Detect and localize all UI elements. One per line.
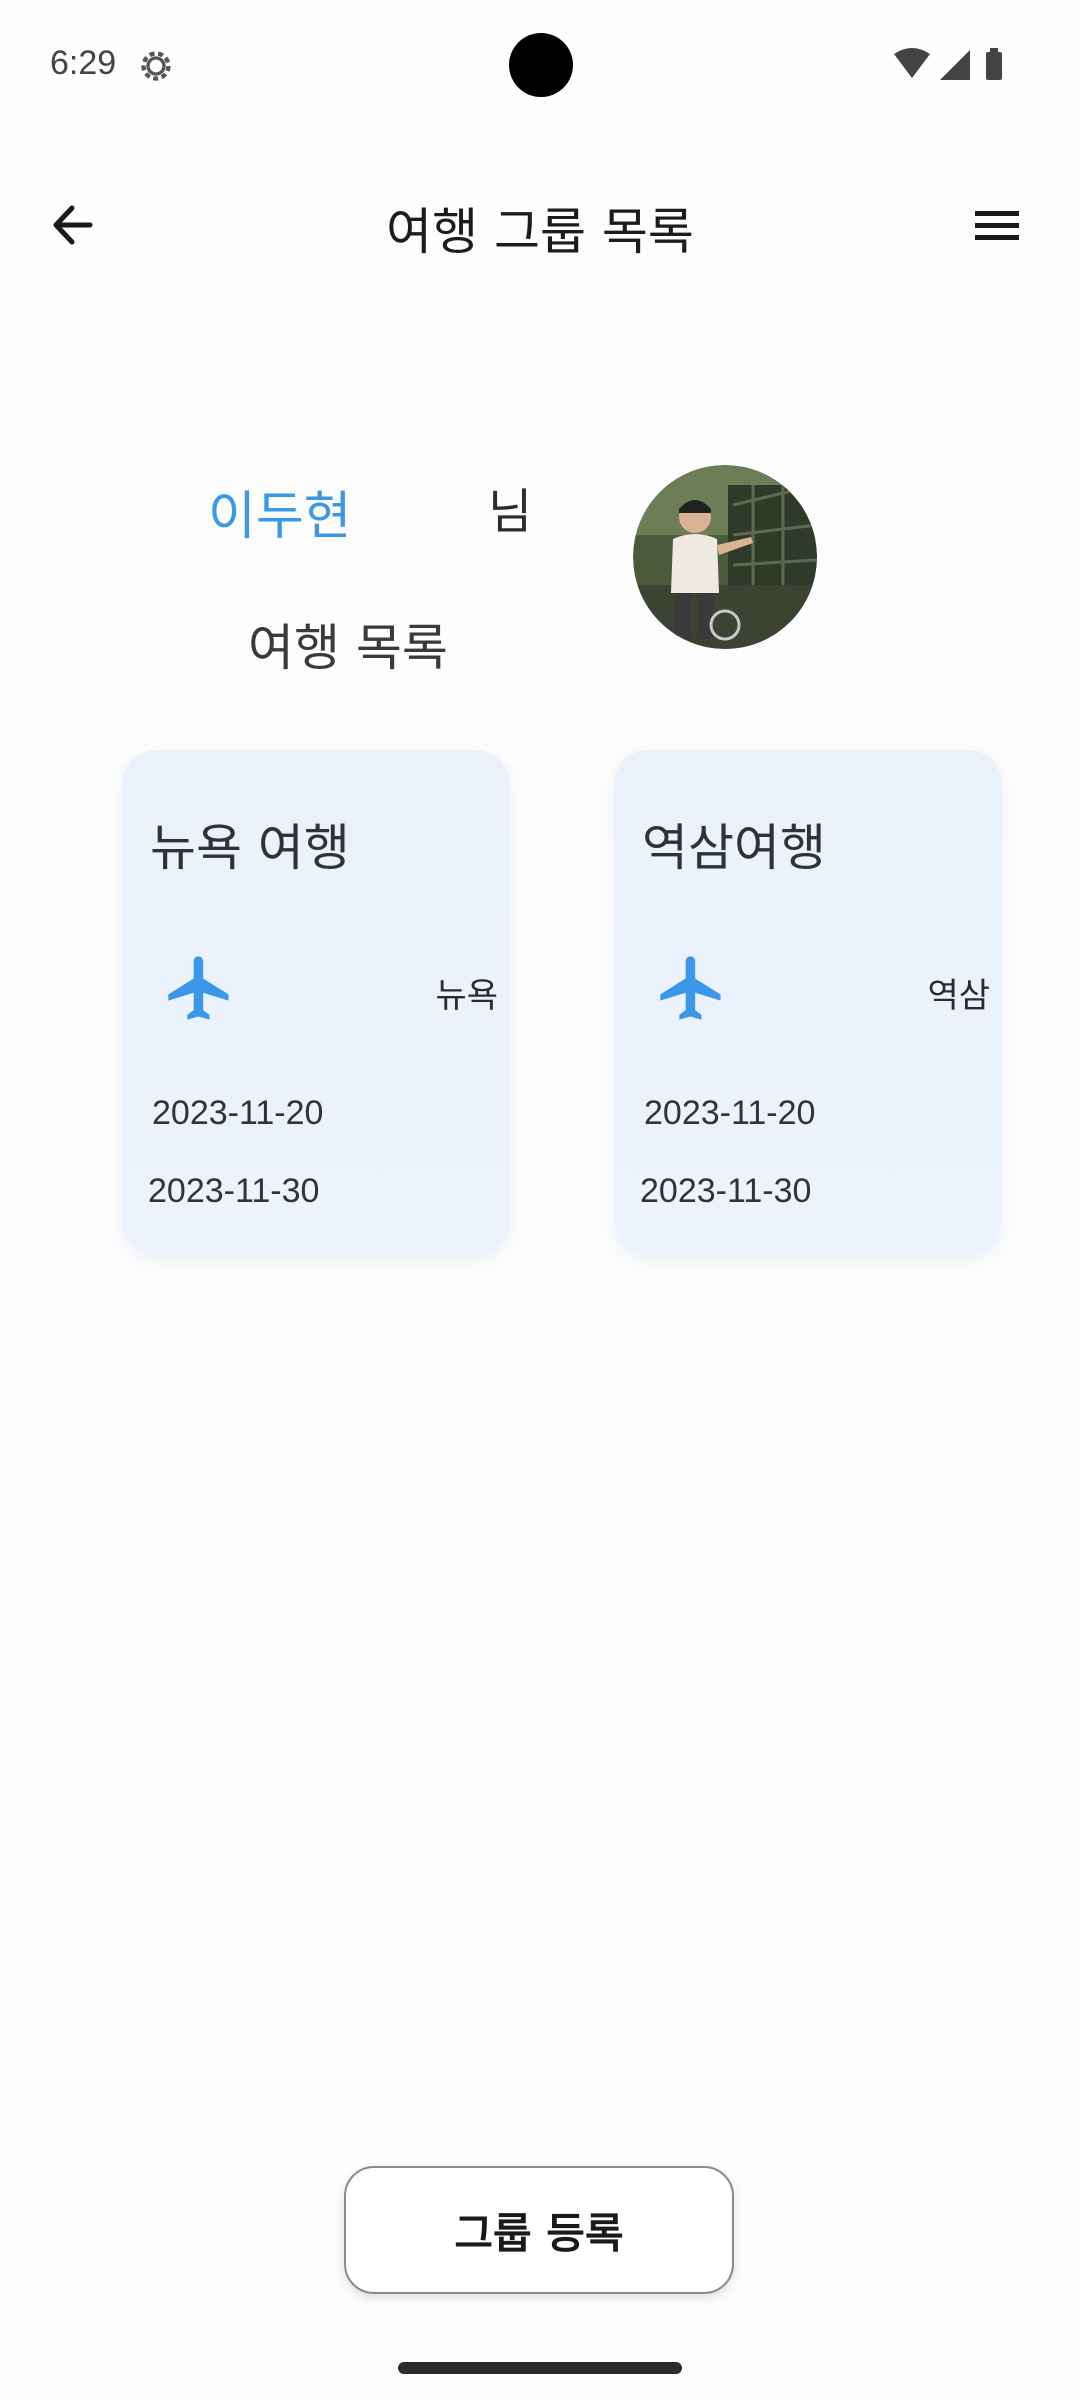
trip-title: 역삼여행 [642, 819, 826, 877]
settings-icon [141, 51, 171, 81]
register-group-button[interactable]: 그룹 등록 [344, 2166, 734, 2294]
status-icons [894, 48, 1002, 80]
battery-icon [986, 52, 1002, 80]
front-camera [509, 33, 573, 97]
trip-destination: 역삼 [927, 976, 990, 1016]
trip-card[interactable]: 역삼여행 역삼 2023-11-20 2023-11-30 [614, 750, 1002, 1256]
trip-list-heading: 여행 목록 [248, 619, 448, 677]
signal-icon [940, 50, 970, 80]
wifi-icon [894, 48, 930, 78]
airplane-icon [660, 956, 721, 1020]
user-honorific: 님 [488, 484, 533, 540]
menu-icon[interactable] [966, 196, 1026, 256]
trip-card[interactable]: 뉴욕 여행 뉴욕 2023-11-20 2023-11-30 [122, 750, 510, 1256]
trip-title: 뉴욕 여행 [150, 819, 350, 877]
avatar[interactable] [633, 465, 817, 649]
trip-end-date: 2023-11-30 [148, 1172, 320, 1210]
trip-end-date: 2023-11-30 [640, 1172, 812, 1210]
user-name: 이두현 [208, 487, 352, 547]
home-indicator[interactable] [398, 2362, 682, 2374]
register-group-label: 그룹 등록 [454, 2208, 624, 2258]
trip-start-date: 2023-11-20 [152, 1094, 324, 1132]
airplane-icon [168, 956, 229, 1020]
trip-start-date: 2023-11-20 [644, 1094, 816, 1132]
trip-destination: 뉴욕 [435, 976, 498, 1016]
status-time: 6:29 [50, 44, 117, 82]
page-title: 여행 그룹 목록 [386, 203, 694, 261]
